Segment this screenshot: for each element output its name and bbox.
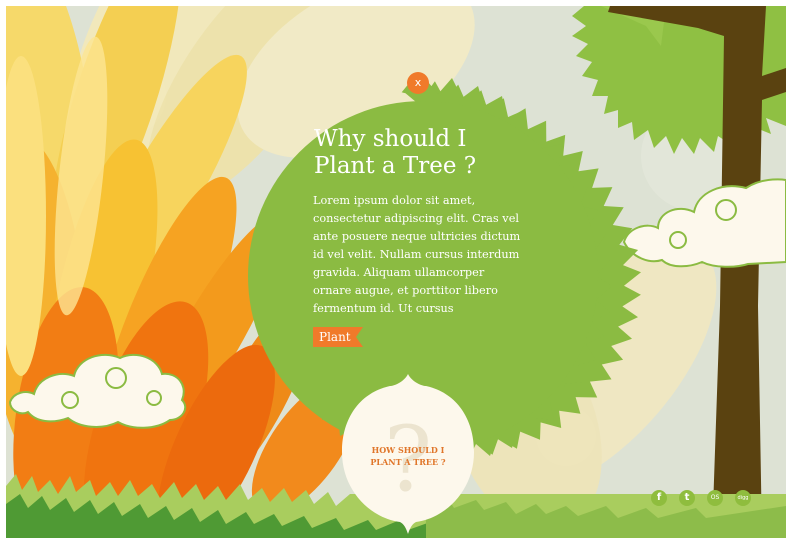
plant-button[interactable]: Plant — [313, 327, 363, 347]
how-line-2: PLANT A TREE ? — [370, 457, 446, 467]
digg-icon[interactable]: digg — [735, 490, 751, 506]
panel-body-text: Lorem ipsum dolor sit amet, consectetur … — [313, 194, 521, 315]
how-to-plant-bubble[interactable]: ? HOW SHOULD I PLANT A TREE ? — [342, 372, 474, 534]
scene: x Why should I Plant a Tree ? Lorem ipsu… — [6, 6, 786, 538]
title-line-1: Why should I — [314, 126, 467, 152]
how-to-plant-label: HOW SHOULD I PLANT A TREE ? — [342, 444, 474, 468]
facebook-icon[interactable]: f — [651, 490, 667, 506]
title-line-2: Plant a Tree ? — [314, 153, 477, 179]
twitter-icon[interactable]: t — [679, 490, 695, 506]
how-line-1: HOW SHOULD I — [371, 445, 445, 455]
close-button[interactable]: x — [407, 72, 429, 94]
os-icon[interactable]: OS — [707, 490, 723, 506]
plant-button-label: Plant — [319, 330, 351, 344]
panel-title: Why should I Plant a Tree ? — [314, 126, 534, 180]
